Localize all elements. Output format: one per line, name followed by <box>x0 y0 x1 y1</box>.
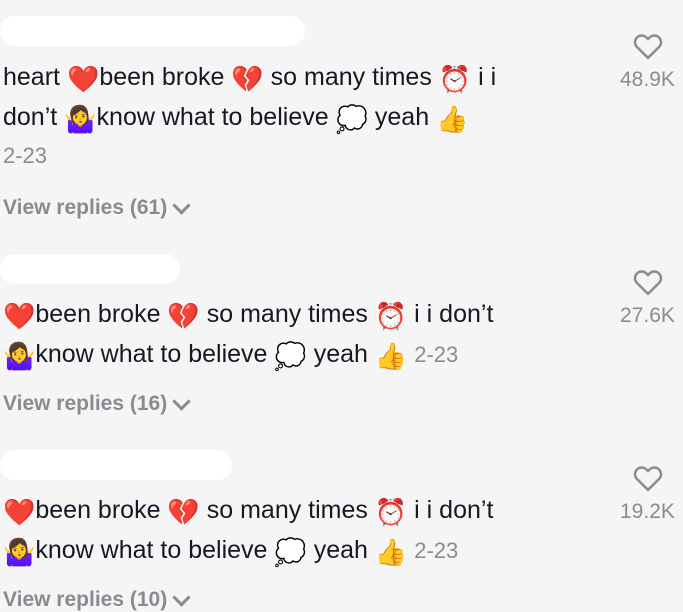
heart-outline-icon <box>633 466 663 492</box>
text-segment: been broke <box>99 63 232 91</box>
comment-text: ❤️been broke 💔 so many times ⏰ i i don’t… <box>3 490 593 571</box>
chevron-down-icon <box>172 587 191 607</box>
text-segment: so many times <box>263 63 439 91</box>
like-button[interactable]: 27.6K <box>612 268 683 328</box>
view-replies-label: View replies (10) <box>3 588 168 611</box>
like-button[interactable]: 19.2K <box>612 464 683 524</box>
thought-bubble-emoji-icon: 💭 <box>274 538 307 568</box>
username-redacted[interactable] <box>0 254 180 284</box>
broken-heart-emoji-icon: 💔 <box>167 302 200 332</box>
red-heart-emoji-icon: ❤️ <box>66 65 100 95</box>
alarm-clock-emoji-icon: ⏰ <box>438 65 472 95</box>
text-segment: i i <box>471 63 497 91</box>
thumbs-up-emoji-icon: 👍 <box>436 105 469 135</box>
text-segment: yeah <box>367 103 437 131</box>
alarm-clock-emoji-icon: ⏰ <box>374 498 408 528</box>
comment-date: 2-23 <box>414 538 459 563</box>
comment-date: 2-23 <box>3 143 48 168</box>
shrug-emoji-icon: 🤷‍♀️ <box>3 342 36 372</box>
like-count: 19.2K <box>620 500 675 523</box>
text-segment: know what to believe <box>96 103 336 131</box>
view-replies-button[interactable]: View replies (10) <box>3 587 191 612</box>
chevron-down-icon <box>172 195 191 215</box>
thought-bubble-emoji-icon: 💭 <box>335 105 368 135</box>
chevron-down-icon <box>172 391 191 411</box>
text-segment: i i don’t <box>407 300 494 328</box>
view-replies-label: View replies (61) <box>3 196 168 219</box>
text-segment: know what to believe <box>35 536 275 564</box>
text-segment: don’t <box>3 103 65 131</box>
like-count: 48.9K <box>620 68 675 91</box>
heart-outline-icon <box>633 34 663 60</box>
comment-text: ❤️been broke 💔 so many times ⏰ i i don’t… <box>3 294 593 375</box>
red-heart-emoji-icon: ❤️ <box>3 498 36 528</box>
view-replies-label: View replies (16) <box>3 392 168 415</box>
alarm-clock-emoji-icon: ⏰ <box>374 302 408 332</box>
comment-text: heart ❤️been broke 💔 so many times ⏰ i i… <box>3 57 593 137</box>
thumbs-up-emoji-icon: 👍 <box>374 342 408 372</box>
broken-heart-emoji-icon: 💔 <box>167 498 200 528</box>
view-replies-button[interactable]: View replies (61) <box>3 195 191 220</box>
like-button[interactable]: 48.9K <box>612 32 683 92</box>
view-replies-button[interactable]: View replies (16) <box>3 391 191 416</box>
username-redacted[interactable] <box>0 16 305 46</box>
text-segment: been broke <box>35 300 168 328</box>
username-redacted[interactable] <box>0 450 232 480</box>
text-segment: yeah <box>306 340 375 368</box>
like-count: 27.6K <box>620 304 675 327</box>
red-heart-emoji-icon: ❤️ <box>3 302 36 332</box>
shrug-emoji-icon: 🤷‍♀️ <box>3 538 36 568</box>
shrug-emoji-icon: 🤷‍♀️ <box>64 105 97 135</box>
text-segment: know what to believe <box>35 340 275 368</box>
text-segment: yeah <box>306 536 375 564</box>
heart-outline-icon <box>633 270 663 296</box>
text-segment: so many times <box>199 300 375 328</box>
thumbs-up-emoji-icon: 👍 <box>374 538 408 568</box>
broken-heart-emoji-icon: 💔 <box>231 65 264 95</box>
text-segment: heart <box>3 63 67 91</box>
text-segment: so many times <box>199 496 375 524</box>
text-segment: been broke <box>35 496 168 524</box>
thought-bubble-emoji-icon: 💭 <box>274 342 307 372</box>
text-segment: i i don’t <box>407 496 494 524</box>
comment-date: 2-23 <box>414 342 459 367</box>
